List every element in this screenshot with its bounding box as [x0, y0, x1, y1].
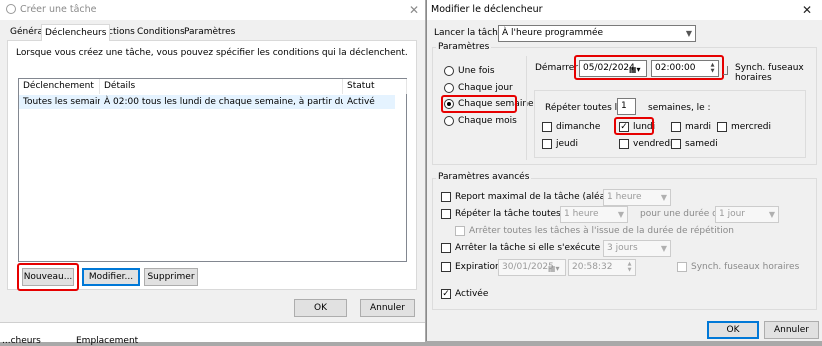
ok-button[interactable]: OK	[707, 321, 759, 339]
repeat-task-select[interactable]: 1 heure ▼	[560, 206, 628, 223]
duration-value: 1 jour	[719, 209, 745, 219]
radio-once[interactable]	[444, 66, 454, 76]
start-date-value: 05/02/2024	[583, 63, 635, 73]
row-details-cell: À 02:00 tous les lundi de chaque semaine…	[100, 95, 343, 109]
repeat-every-value: 1	[621, 101, 627, 111]
day-checkbox-friday[interactable]	[619, 139, 629, 149]
day-label-saturday[interactable]: samedi	[685, 139, 718, 149]
launch-select[interactable]: À l'heure programmée ▼	[498, 25, 696, 42]
advanced-group-title: Paramètres avancés	[436, 172, 532, 182]
expiration-time-input[interactable]: 20:58:32 ▲ ▼	[568, 259, 636, 276]
day-label-tuesday[interactable]: mardi	[685, 122, 711, 132]
day-checkbox-tuesday[interactable]	[671, 122, 681, 132]
window-title: Créer une tâche	[20, 4, 97, 15]
start-date-picker[interactable]: 05/02/2024 ▦▾	[579, 60, 647, 77]
start-label: Démarrer :	[535, 63, 584, 73]
task-scheduler-icon	[6, 4, 16, 14]
day-checkbox-wednesday[interactable]	[717, 122, 727, 132]
column-header-trigger[interactable]: Déclenchement	[19, 79, 100, 94]
chevron-down-icon: ▼	[660, 244, 667, 253]
edit-trigger-button[interactable]: Modifier...	[82, 268, 140, 286]
cancel-button[interactable]: Annuler	[360, 299, 415, 317]
new-trigger-button[interactable]: Nouveau...	[22, 268, 74, 286]
stop-if-select[interactable]: 3 jours ▼	[603, 240, 671, 257]
close-icon[interactable]: ✕	[400, 1, 425, 19]
window-title: Modifier le déclencheur	[431, 4, 543, 15]
delay-value: 1 heure	[607, 192, 642, 202]
stop-if-checkbox[interactable]	[441, 243, 451, 253]
repeat-task-checkbox[interactable]	[441, 209, 451, 219]
day-checkbox-thursday[interactable]	[542, 139, 552, 149]
stop-repeat-label[interactable]: Arrêter toutes les tâches à l'issue de l…	[469, 226, 734, 236]
edit-trigger-window: Modifier le déclencheur ✕ Lancer la tâch…	[426, 0, 822, 341]
calendar-icon: ▦▾	[548, 264, 560, 273]
bg-column-location: Emplacement	[76, 336, 139, 346]
day-label-wednesday[interactable]: mercredi	[731, 122, 771, 132]
day-label-monday[interactable]: lundi	[633, 122, 655, 132]
radio-weekly[interactable]	[444, 99, 454, 109]
cancel-button[interactable]: Annuler	[764, 321, 819, 339]
spinner-icon[interactable]: ▲ ▼	[625, 261, 634, 274]
delay-checkbox[interactable]	[441, 192, 451, 202]
weeks-on-label: semaines, le :	[648, 103, 711, 113]
ok-button[interactable]: OK	[294, 299, 347, 317]
chevron-down-icon: ▼	[768, 210, 775, 219]
tab-settings[interactable]: Paramètres	[181, 26, 238, 40]
sync-tz-label[interactable]: Synch. fuseaux horaires	[735, 63, 805, 83]
expiration-time-value: 20:58:32	[572, 262, 613, 272]
background-window-strip: ...cheurs Emplacement	[0, 322, 425, 346]
radio-monthly-label[interactable]: Chaque mois	[458, 116, 517, 126]
tab-triggers[interactable]: Déclencheurs	[41, 24, 111, 41]
day-label-friday[interactable]: vendredi	[633, 139, 673, 149]
day-checkbox-monday[interactable]: ✓	[619, 122, 629, 132]
triggers-description: Lorsque vous créez une tâche, vous pouve…	[16, 48, 408, 58]
day-checkbox-saturday[interactable]	[671, 139, 681, 149]
sync-tz-text: Synch. fuseaux horaires	[735, 63, 804, 83]
bg-column-triggers: ...cheurs	[2, 336, 41, 346]
launch-select-value: À l'heure programmée	[502, 28, 604, 38]
expiration-checkbox[interactable]	[441, 262, 451, 272]
day-checkbox-sunday[interactable]	[542, 122, 552, 132]
expiration-date-value: 30/01/2025	[502, 262, 554, 272]
enabled-checkbox[interactable]: ✓	[441, 289, 451, 299]
row-trigger-cell: Toutes les semaines	[19, 95, 113, 109]
delay-select[interactable]: 1 heure ▼	[603, 189, 671, 206]
triggers-list: Déclenchement Détails Statut Toutes les …	[18, 78, 407, 262]
create-task-window: Créer une tâche ✕ Général Déclencheurs A…	[0, 0, 425, 322]
radio-daily[interactable]	[444, 83, 454, 93]
tab-conditions[interactable]: Conditions	[134, 26, 188, 40]
settings-divider	[526, 56, 527, 160]
title-bar: Créer une tâche ✕	[0, 0, 425, 20]
chevron-down-icon: ▼	[685, 29, 692, 38]
delete-trigger-button[interactable]: Supprimer	[144, 268, 198, 286]
duration-select[interactable]: 1 jour ▼	[715, 206, 779, 223]
start-time-value: 02:00:00	[655, 63, 696, 73]
day-label-sunday[interactable]: dimanche	[556, 122, 600, 132]
enabled-label[interactable]: Activée	[455, 289, 488, 299]
chevron-down-icon: ▼	[617, 210, 624, 219]
expiration-date-picker[interactable]: 30/01/2025 ▦▾	[498, 259, 566, 276]
radio-weekly-label[interactable]: Chaque semaine	[458, 99, 534, 109]
day-label-thursday[interactable]: jeudi	[556, 139, 578, 149]
spinner-icon[interactable]: ▲ ▼	[708, 62, 717, 75]
radio-daily-label[interactable]: Chaque jour	[458, 83, 513, 93]
radio-once-label[interactable]: Une fois	[458, 66, 495, 76]
column-header-status[interactable]: Statut	[343, 79, 407, 94]
expiration-sync-checkbox[interactable]	[677, 262, 687, 272]
stop-repeat-checkbox[interactable]	[455, 226, 465, 236]
calendar-icon: ▦▾	[629, 65, 641, 74]
close-icon[interactable]: ✕	[793, 1, 821, 19]
column-header-details[interactable]: Détails	[100, 79, 343, 94]
repeat-every-input[interactable]: 1	[617, 98, 636, 115]
row-status-cell: Activé	[343, 95, 395, 109]
start-time-input[interactable]: 02:00:00 ▲ ▼	[651, 60, 719, 77]
stop-if-value: 3 jours	[607, 243, 638, 253]
triggers-panel: Lorsque vous créez une tâche, vous pouve…	[7, 40, 417, 291]
repeat-task-value: 1 heure	[564, 209, 599, 219]
settings-group-title: Paramètres	[436, 42, 492, 52]
radio-monthly[interactable]	[444, 116, 454, 126]
title-bar: Modifier le déclencheur ✕	[427, 0, 822, 20]
expiration-sync-label[interactable]: Synch. fuseaux horaires	[691, 262, 799, 272]
chevron-down-icon: ▼	[660, 193, 667, 202]
